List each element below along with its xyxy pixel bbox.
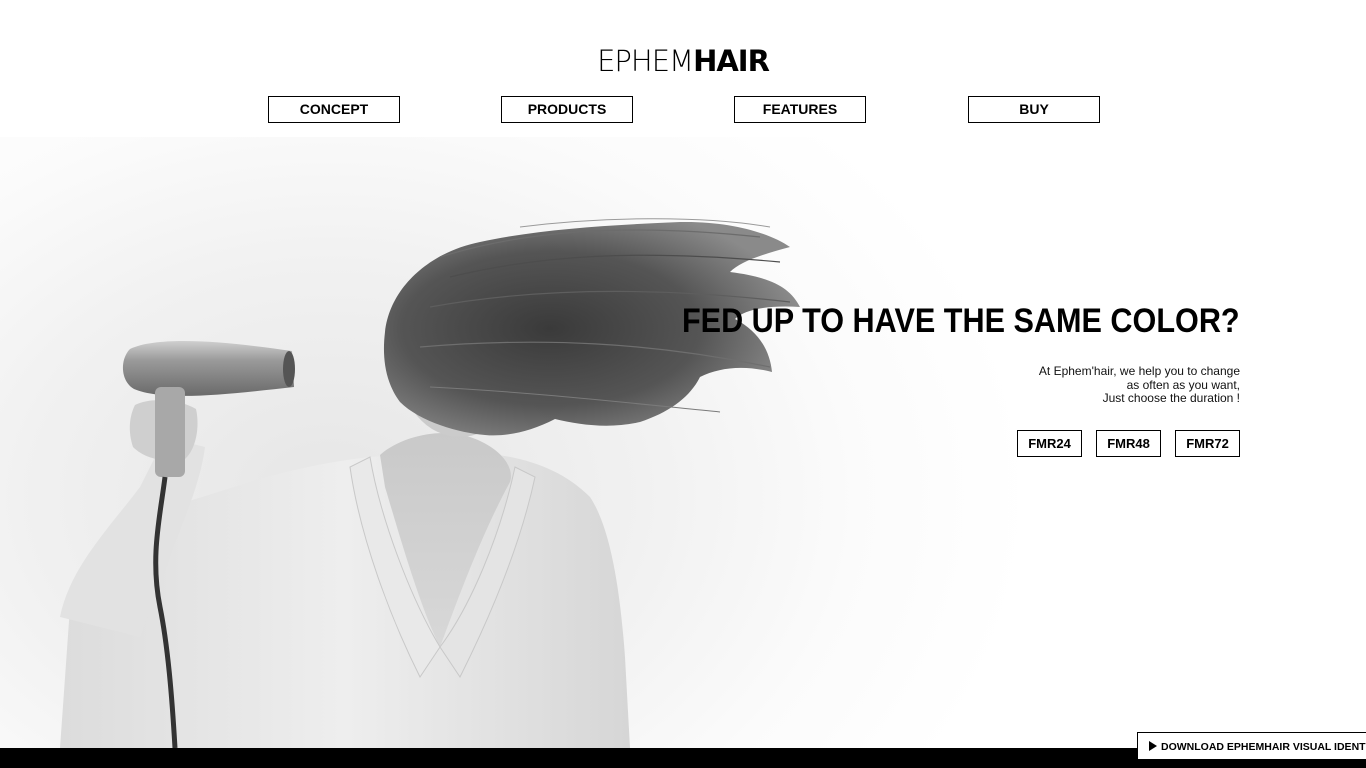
nav-buy-button[interactable]: BUY xyxy=(968,96,1100,123)
hero-subtext: At Ephem'hair, we help you to change as … xyxy=(1038,364,1240,406)
hero-section: FED UP TO HAVE THE SAME COLOR? At Ephem'… xyxy=(0,137,1366,748)
hero-headline: FED UP TO HAVE THE SAME COLOR? xyxy=(682,302,1240,340)
hero-subtext-line: Just choose the duration ! xyxy=(1102,391,1240,405)
logo-bold-text: HAIR xyxy=(693,44,770,78)
page: EPHEMHAIR CONCEPT PRODUCTS FEATURES BUY xyxy=(0,0,1366,768)
bathrobe-figure xyxy=(60,400,630,748)
logo-light-text: EPHEM xyxy=(597,44,694,78)
nav-concept-button[interactable]: CONCEPT xyxy=(268,96,400,123)
play-icon xyxy=(1149,741,1157,751)
hero-subtext-line: At Ephem'hair, we help you to change xyxy=(1038,364,1240,378)
site-header: EPHEMHAIR CONCEPT PRODUCTS FEATURES BUY xyxy=(0,0,1366,137)
hero-subtext-line: as often as you want, xyxy=(1126,377,1240,392)
product-fmr48-button[interactable]: FMR48 xyxy=(1096,430,1161,457)
product-fmr24-button[interactable]: FMR24 xyxy=(1017,430,1082,457)
brand-logo[interactable]: EPHEMHAIR xyxy=(0,44,1366,78)
nav-features-button[interactable]: FEATURES xyxy=(734,96,866,123)
product-fmr72-button[interactable]: FMR72 xyxy=(1175,430,1240,457)
download-visual-identity-button[interactable]: DOWNLOAD EPHEMHAIR VISUAL IDENTITY xyxy=(1137,732,1366,760)
hero-photo xyxy=(60,218,800,748)
nav-products-button[interactable]: PRODUCTS xyxy=(501,96,633,123)
download-label: DOWNLOAD EPHEMHAIR VISUAL IDENTITY xyxy=(1161,741,1366,753)
